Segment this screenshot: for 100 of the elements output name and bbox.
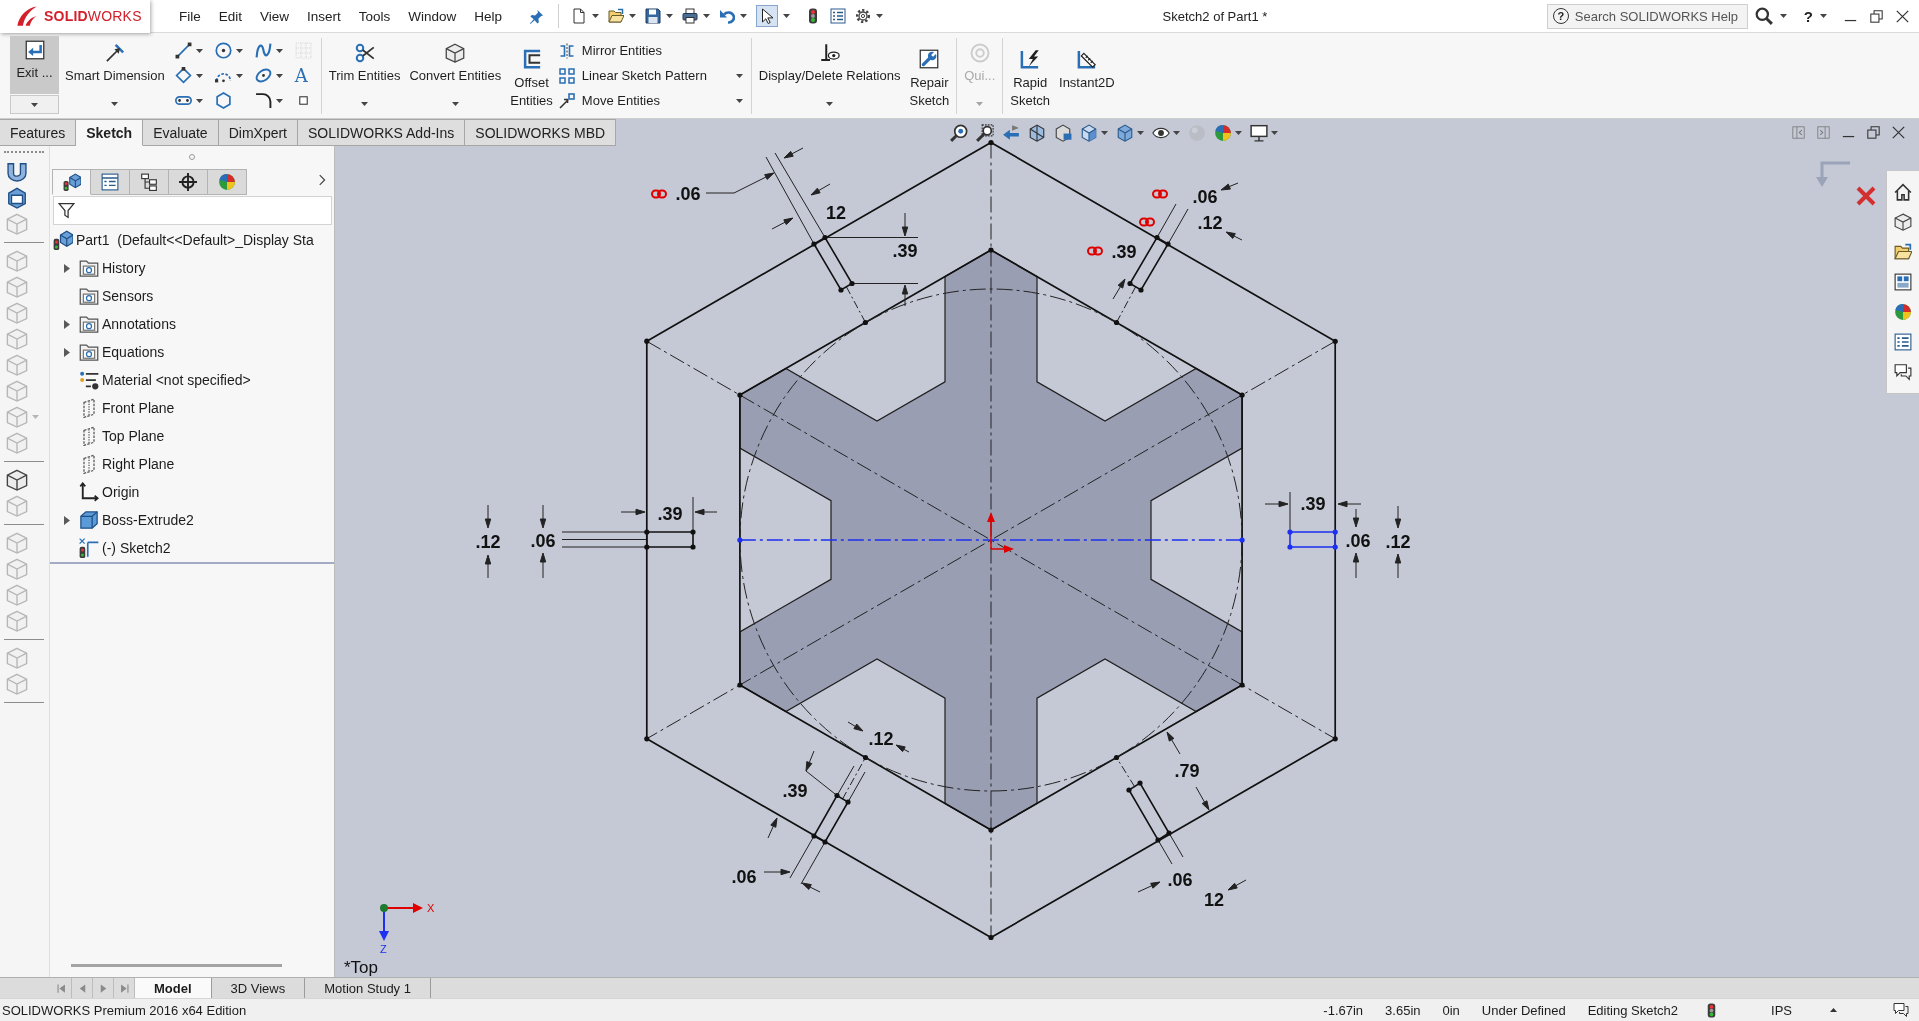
cube-icon[interactable]	[1894, 213, 1912, 231]
dimension-value[interactable]: .39	[657, 503, 683, 524]
units-button[interactable]: IPS	[1771, 1002, 1792, 1018]
dimension-value[interactable]: 12	[826, 202, 846, 223]
dimension-value[interactable]: .06	[1345, 530, 1371, 551]
caret-icon[interactable]	[235, 73, 243, 78]
close-icon[interactable]	[1892, 126, 1905, 139]
tree-item[interactable]: (-) Sketch2	[50, 534, 334, 562]
ribbon-tab[interactable]: Sketch	[76, 119, 144, 146]
filter-field[interactable]	[53, 196, 332, 225]
ribbon-button[interactable]: Display/Delete Relations	[755, 36, 904, 117]
caret-icon[interactable]	[275, 48, 283, 53]
first-page-icon[interactable]	[55, 982, 67, 994]
sectioned-cube-icon[interactable]	[1028, 123, 1047, 142]
command-button[interactable]: Move Entities	[558, 88, 747, 113]
chat-icon[interactable]	[1893, 1002, 1909, 1018]
centerline[interactable]	[737, 537, 1245, 543]
color-pie-icon[interactable]	[1214, 123, 1233, 142]
caret-icon[interactable]	[31, 102, 38, 107]
magnifier-box-icon[interactable]	[976, 123, 995, 142]
slot-outline[interactable]	[1127, 781, 1171, 842]
caret-icon[interactable]	[1235, 130, 1243, 135]
caret-icon[interactable]	[735, 73, 743, 78]
chevron-right-icon[interactable]	[316, 174, 328, 186]
tile-grid-icon[interactable]	[1894, 273, 1912, 291]
list-icon[interactable]	[830, 8, 847, 24]
expand-arrow-icon[interactable]	[64, 319, 70, 329]
caret-icon[interactable]	[1271, 130, 1279, 135]
caret-icon[interactable]	[1779, 14, 1787, 18]
expand-arrow-icon[interactable]	[64, 263, 70, 273]
ribbon-tab[interactable]: Evaluate	[143, 119, 219, 146]
dimension-value[interactable]: .06	[1192, 186, 1218, 207]
caret-icon[interactable]	[1101, 130, 1109, 135]
caret-icon[interactable]	[451, 102, 459, 106]
caret-icon[interactable]	[1820, 14, 1827, 18]
caret-icon[interactable]	[740, 14, 748, 18]
menu-item[interactable]: Window	[399, 3, 466, 29]
diamond-icon[interactable]	[174, 67, 192, 84]
view-tab[interactable]: Model	[135, 978, 212, 998]
menu-item[interactable]: File	[170, 3, 210, 29]
panel-tab[interactable]	[130, 169, 169, 195]
command-button[interactable]: Linear Sketch Pattern	[558, 63, 747, 88]
ellipse-icon[interactable]	[254, 67, 272, 84]
dimension-value[interactable]: .79	[1174, 760, 1200, 781]
menu-item[interactable]: Help	[465, 3, 512, 29]
open-folder-icon[interactable]	[1894, 243, 1912, 261]
dimension-value[interactable]: .06	[1167, 869, 1193, 890]
cube-icon[interactable]	[6, 469, 28, 491]
tree-item[interactable]: Equations	[50, 338, 334, 366]
caret-icon[interactable]	[1173, 130, 1181, 135]
printer-icon[interactable]	[682, 8, 699, 24]
ribbon-button[interactable]: Exit ...	[10, 36, 59, 94]
shaded-cube-icon[interactable]	[1116, 123, 1135, 142]
caret-icon[interactable]	[735, 98, 743, 103]
dimension-value[interactable]: .39	[782, 780, 808, 801]
dimension-value[interactable]: .06	[675, 183, 701, 204]
ribbon-tab[interactable]: SOLIDWORKS Add-Ins	[298, 119, 466, 146]
caret-icon[interactable]	[592, 14, 600, 18]
tree-item[interactable]: Top Plane	[50, 422, 334, 450]
tile-left-icon[interactable]	[1792, 126, 1805, 139]
dimension-value[interactable]: .12	[1197, 212, 1223, 233]
dimension-value[interactable]: .39	[1111, 241, 1137, 262]
command-button[interactable]: Mirror Entities	[558, 38, 747, 63]
new-document-icon[interactable]	[571, 8, 588, 24]
dimension-value[interactable]: .06	[731, 866, 757, 887]
slot-outline[interactable]	[812, 236, 854, 292]
list-icon[interactable]	[1894, 333, 1912, 351]
open-folder-icon[interactable]	[608, 8, 625, 24]
ribbon-tab[interactable]: Features	[0, 119, 77, 146]
slot-outline[interactable]	[812, 794, 850, 844]
caret-icon[interactable]	[826, 102, 834, 106]
ribbon-button[interactable]: Repair Sketch	[906, 36, 953, 117]
tree-item[interactable]: Boss-Extrude2	[50, 506, 334, 534]
tree-item[interactable]: Part1 (Default<<Default>_Display Sta	[50, 226, 334, 254]
dimension-value[interactable]: .12	[868, 728, 894, 749]
restore-icon[interactable]	[1870, 9, 1883, 23]
caret-icon[interactable]	[783, 14, 791, 18]
arrow-icon[interactable]	[1002, 123, 1021, 142]
tree-item[interactable]: Front Plane	[50, 394, 334, 422]
caret-icon[interactable]	[195, 98, 203, 103]
home-icon[interactable]	[1894, 183, 1912, 201]
caret-up-icon[interactable]	[1830, 1008, 1837, 1012]
expand-arrow-icon[interactable]	[64, 347, 70, 357]
menu-item[interactable]: Insert	[298, 3, 350, 29]
spline-icon[interactable]	[254, 42, 272, 59]
u-shape-icon[interactable]	[6, 161, 28, 183]
panel-tab[interactable]	[52, 169, 91, 195]
magnifier-icon[interactable]	[950, 123, 969, 142]
circle-icon[interactable]	[214, 42, 232, 59]
panel-tab[interactable]	[169, 169, 208, 195]
search-icon[interactable]	[1754, 7, 1773, 25]
expand-arrow-icon[interactable]	[64, 515, 70, 525]
chat-icon[interactable]	[1894, 363, 1912, 381]
cube-icon[interactable]	[1080, 123, 1099, 142]
restore-icon[interactable]	[1867, 126, 1880, 139]
menu-item[interactable]: Edit	[209, 3, 252, 29]
tree-item[interactable]: History	[50, 254, 334, 282]
pointer-button[interactable]	[756, 5, 779, 27]
pin-icon[interactable]	[529, 8, 545, 24]
color-pie-icon[interactable]	[1894, 303, 1912, 321]
